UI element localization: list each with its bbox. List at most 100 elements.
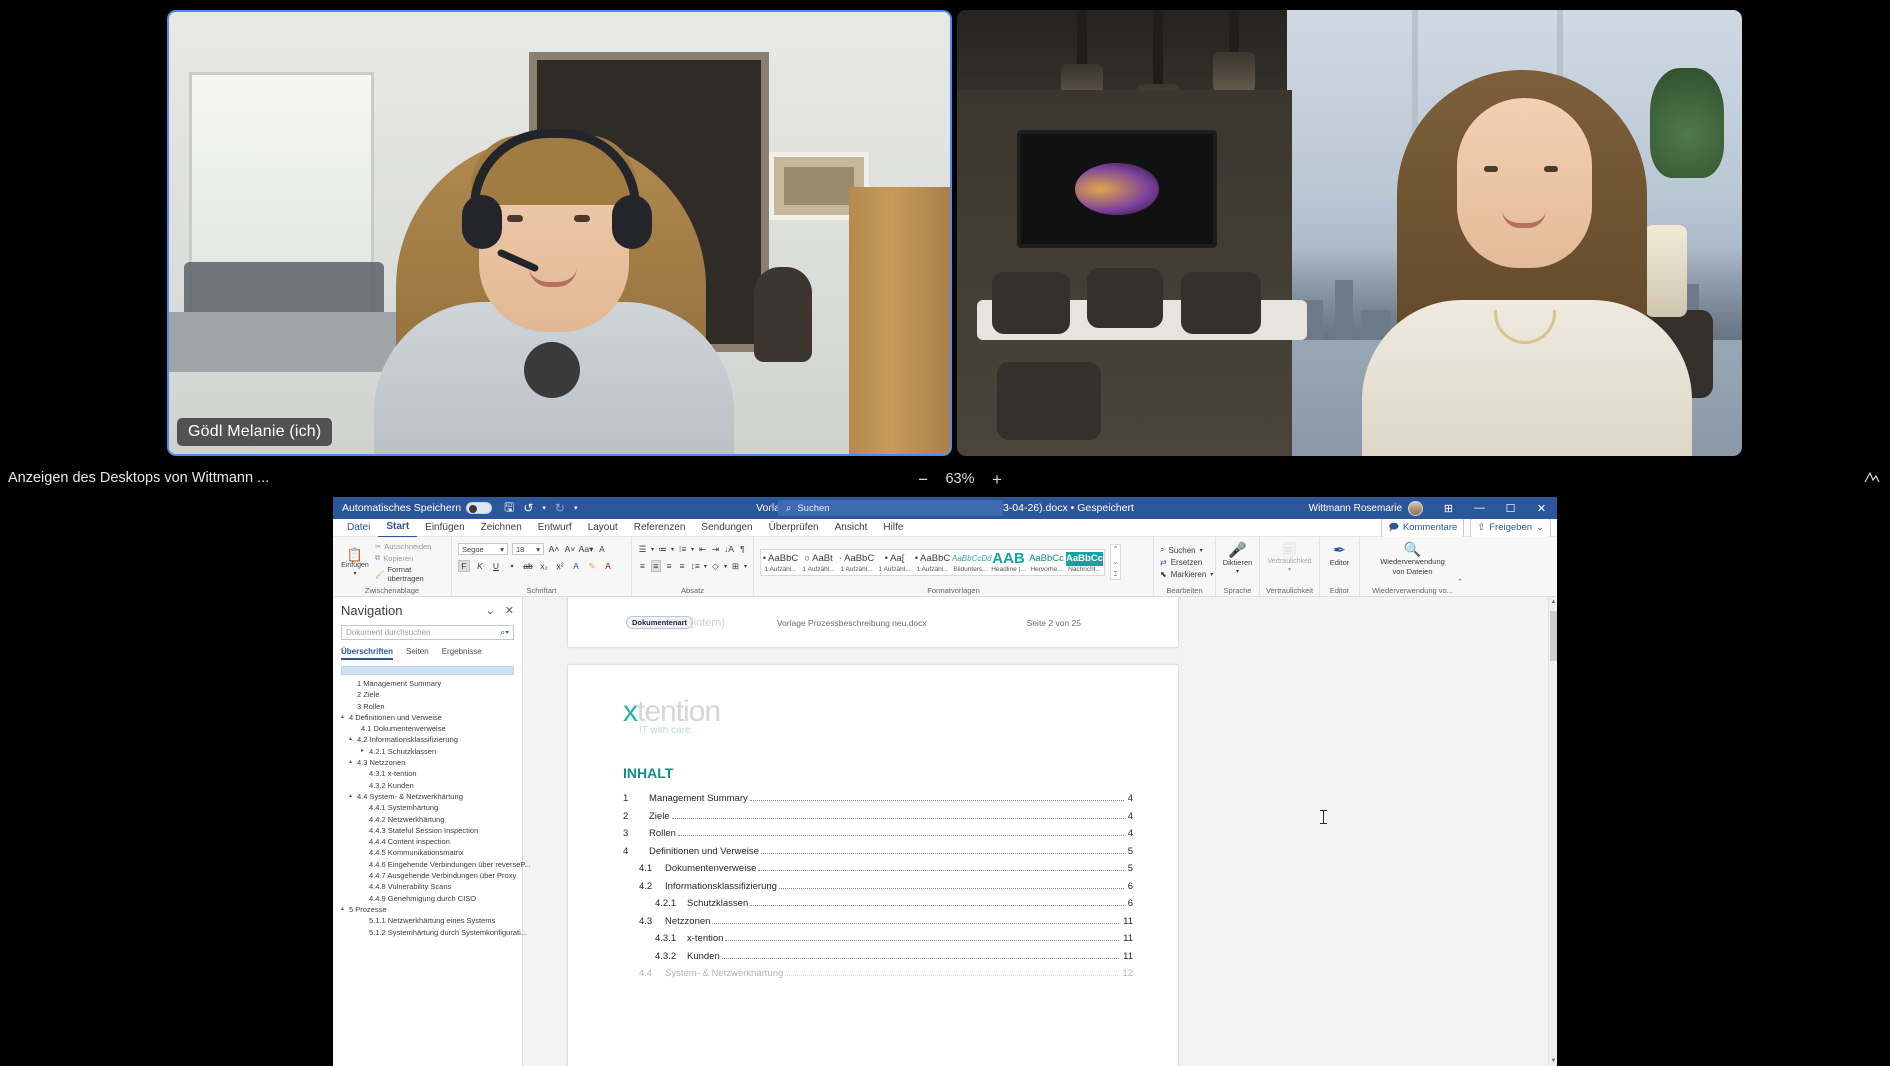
nav-tab-ergebnisse[interactable]: Ergebnisse (442, 647, 482, 660)
toc-entry[interactable]: 2 Ziele 4 (623, 811, 1133, 822)
twisty-icon[interactable]: ▴ (349, 734, 357, 745)
undo-icon[interactable]: ↺ (523, 501, 533, 515)
twisty-icon[interactable]: ▴ (341, 712, 349, 723)
style-item[interactable]: ○ AaBt 1 Aufzähl... (800, 552, 837, 573)
underline-caret-icon[interactable]: ▾ (506, 560, 518, 572)
style-item[interactable]: AAB Headline |... (990, 551, 1027, 573)
toc-entry[interactable]: 4.2.1 Schutzklassen 6 (623, 898, 1133, 909)
quick-access-toolbar[interactable]: 🖫 ↺ ▾ ↻ ▾ (504, 498, 577, 519)
ribbon[interactable]: 📋 Einfügen ▾ ✂ Ausschneiden ⧉ Kopieren 🖌 (333, 537, 1557, 597)
shading-icon[interactable]: ◇ (711, 560, 720, 572)
multilevel-list-icon[interactable]: ⁝≡ (678, 543, 687, 555)
toc-entry[interactable]: 4.2 Informationsklassifizierung 6 (623, 881, 1133, 892)
maximize-button[interactable]: ☐ (1495, 502, 1526, 515)
justify-icon[interactable]: ≡ (678, 560, 687, 572)
toc-entry[interactable]: 4.4 System- & Netzwerkhärtung 12 (623, 968, 1133, 979)
tab-ueberpruefen[interactable]: Überprüfen (761, 519, 827, 537)
twisty-icon[interactable]: ▸ (361, 746, 369, 757)
doc-type-tag[interactable]: Dokumentenart (626, 616, 694, 629)
style-item[interactable]: AaBbCc Hervorhe... (1028, 552, 1065, 573)
nav-heading-item[interactable]: 4.4.9 Genehmigung durch CISO (341, 893, 514, 904)
align-left-icon[interactable]: ≡ (638, 560, 647, 572)
document-page-previous[interactable]: Dokumentenart (intern) Vorlage Prozessbe… (568, 597, 1178, 647)
style-item-selected[interactable]: AaBbCc Nachricht... (1066, 551, 1103, 573)
italic-button[interactable]: K (474, 560, 486, 572)
video-tile-self[interactable]: Gödl Melanie (ich) (167, 10, 952, 456)
ribbon-display-icon[interactable]: ⊞ (1433, 502, 1464, 515)
twisty-icon[interactable]: ▴ (341, 904, 349, 915)
scroll-up-icon[interactable]: ▲ (1549, 599, 1557, 605)
navigation-tabs[interactable]: Überschriften Seiten Ergebnisse (341, 647, 514, 660)
line-spacing-icon[interactable]: ↕≡ (691, 560, 700, 572)
navigation-search-input[interactable]: Dokument durchsuchen ⌕▾ (341, 625, 514, 640)
document-page-current[interactable]: xtention IT with care. INHALT 1 Manageme… (568, 665, 1178, 1066)
autosave-toggle[interactable]: Automatisches Speichern (342, 502, 493, 514)
style-item[interactable]: • AaBbC 1 Aufzähl... (762, 552, 799, 573)
scroll-up-icon[interactable]: ⌃ (1113, 545, 1119, 553)
numbered-list-icon[interactable]: ≔ (658, 543, 667, 555)
tab-entwurf[interactable]: Entwurf (530, 519, 580, 537)
tab-datei[interactable]: Datei (339, 519, 378, 537)
underline-button[interactable]: U (490, 560, 502, 572)
styles-gallery-scroll[interactable]: ⌃ ⌄ ⌶ (1110, 544, 1121, 580)
sort-icon[interactable]: ↓A (724, 543, 734, 555)
shrink-font-icon[interactable]: A˅ (564, 543, 576, 555)
subscript-button[interactable]: x₂ (538, 560, 550, 572)
close-icon[interactable]: ✕ (505, 604, 514, 617)
annotate-icon[interactable] (1864, 470, 1880, 489)
clear-formatting-icon[interactable]: A (596, 543, 608, 555)
superscript-button[interactable]: x² (554, 560, 566, 572)
paste-button[interactable]: 📋 Einfügen ▾ (339, 548, 371, 577)
toc-entry[interactable]: 4.3 Netzzonen 11 (623, 916, 1133, 927)
sensitivity-button[interactable]: 🗐 Vertraulichkeit ▾ (1261, 543, 1319, 573)
find-button[interactable]: ⌕ Suchen ▾ (1160, 545, 1209, 555)
navigation-heading-list[interactable]: ▴1 Management Summary ▴2 Ziele ▴3 Rollen… (341, 678, 531, 938)
font-color-icon[interactable]: A (602, 560, 614, 572)
nav-heading-item[interactable]: ▴ 4 Definitionen und Verweise (341, 712, 514, 723)
collapse-ribbon-icon[interactable]: ⌃ (1457, 578, 1463, 586)
nav-heading-item[interactable]: ▴ 5 Prozesse (341, 904, 514, 915)
decrease-indent-icon[interactable]: ⇤ (698, 543, 707, 555)
editor-button[interactable]: ✒ Editor (1321, 543, 1359, 567)
table-of-contents[interactable]: 1 Management Summary 4 2 Ziele 4 3 Rolle… (623, 793, 1133, 986)
avatar[interactable] (1408, 500, 1423, 516)
strikethrough-button[interactable]: ab (522, 560, 534, 572)
grow-font-icon[interactable]: A˄ (548, 543, 560, 555)
nav-heading-item[interactable]: ▴2 Ziele (341, 689, 514, 700)
minimize-button[interactable]: — (1464, 502, 1495, 514)
toc-entry[interactable]: 4 Definitionen und Verweise 5 (623, 846, 1133, 857)
tab-start[interactable]: Start (378, 518, 418, 538)
paragraph-marks-icon[interactable]: ¶ (738, 543, 747, 555)
scroll-down-icon[interactable]: ▼ (1549, 1058, 1557, 1064)
style-item[interactable]: · AaBbC 1 Aufzähl... (838, 552, 875, 573)
nav-heading-item[interactable]: ▴1 Management Summary (341, 678, 514, 689)
twisty-icon[interactable]: ▴ (349, 757, 357, 768)
chevron-down-icon[interactable]: ▾ (1236, 568, 1239, 575)
nav-heading-item[interactable]: ▴ 4.2 Informationsklassifizierung (341, 734, 514, 745)
zoom-control[interactable]: − 63% + (900, 468, 1020, 490)
navigation-selected-heading[interactable] (341, 666, 514, 675)
toc-entry[interactable]: 4.3.2 Kunden 11 (623, 951, 1133, 962)
nav-heading-item[interactable]: 4.4.7 Ausgehende Verbindungen über Proxy (341, 870, 516, 881)
comments-button[interactable]: 🗩 Kommentare (1381, 517, 1465, 538)
tab-referenzen[interactable]: Referenzen (626, 519, 694, 537)
nav-heading-item[interactable]: 4.4.8 Vulnerability Scans (341, 881, 514, 892)
nav-heading-item[interactable]: 4.3.2 Kunden (341, 780, 514, 791)
share-button[interactable]: ⇧ Freigeben ⌄ (1470, 517, 1551, 538)
autosave-switch[interactable] (466, 502, 493, 514)
zoom-out-button[interactable]: − (918, 471, 928, 488)
style-item[interactable]: • Aa[ 1 Aufzähl... (876, 552, 913, 573)
nav-heading-item[interactable]: 4.4.5 Kommunikationsmatrix (341, 847, 514, 858)
chevron-down-icon[interactable]: ▾ (353, 570, 356, 577)
cut-button[interactable]: ✂ Ausschneiden (375, 542, 445, 551)
increase-indent-icon[interactable]: ⇥ (711, 543, 720, 555)
video-tile-remote[interactable] (957, 10, 1742, 456)
scroll-down-icon[interactable]: ⌄ (1113, 558, 1119, 566)
chevron-down-icon[interactable]: ⌄ (486, 604, 495, 617)
twisty-icon[interactable]: ▴ (349, 791, 357, 802)
nav-heading-item[interactable]: 5.1.1 Netzwerkhärtung eines Systems (341, 915, 514, 926)
replace-button[interactable]: ⇄ Ersetzen (1160, 558, 1209, 567)
zoom-in-button[interactable]: + (992, 471, 1002, 488)
nav-heading-item[interactable]: 5.1.2 Systemhärtung durch Systemkonfigur… (341, 927, 527, 938)
toc-entry[interactable]: 3 Rollen 4 (623, 828, 1133, 839)
